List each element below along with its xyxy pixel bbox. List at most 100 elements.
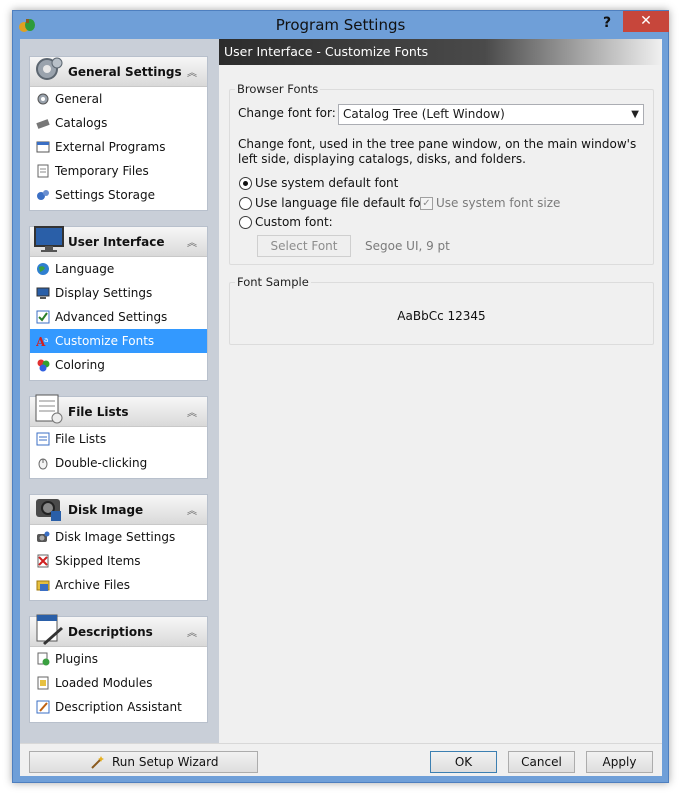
list-icon — [36, 432, 50, 446]
group-header-disk-image[interactable]: Disk Image ︽ — [30, 495, 207, 525]
sidebar-item-label: Plugins — [55, 652, 98, 666]
sidebar-item-plugins[interactable]: Plugins — [30, 647, 207, 671]
sidebar-item-disk-image-settings[interactable]: Disk Image Settings — [30, 525, 207, 549]
group-general-settings: General Settings ︽ General Catalogs Exte… — [29, 56, 208, 211]
temp-files-icon — [37, 164, 49, 178]
current-font-value: Segoe UI, 9 pt — [365, 239, 450, 253]
sidebar-item-display-settings[interactable]: Display Settings — [30, 281, 207, 305]
help-button[interactable]: ? — [598, 15, 616, 33]
sidebar-item-coloring[interactable]: Coloring — [30, 353, 207, 377]
sidebar-item-label: General — [55, 92, 103, 106]
sidebar-item-language[interactable]: Language — [30, 257, 207, 281]
gear-icon — [37, 93, 49, 105]
group-title: File Lists — [68, 405, 129, 419]
sidebar-item-label: File Lists — [55, 432, 107, 446]
plugin-icon — [37, 652, 50, 666]
collapse-icon[interactable]: ︽ — [187, 234, 197, 249]
run-setup-wizard-button[interactable]: Run Setup Wizard — [29, 751, 258, 773]
system-font-size-label: Use system font size — [436, 196, 561, 210]
sidebar-item-file-lists[interactable]: File Lists — [30, 427, 207, 451]
sidebar-item-skipped-items[interactable]: Skipped Items — [30, 549, 207, 573]
collapse-icon[interactable]: ︽ — [187, 404, 197, 419]
sidebar-item-archive-files[interactable]: Archive Files — [30, 573, 207, 597]
descriptions-icon — [36, 614, 63, 645]
module-icon — [37, 676, 49, 690]
sidebar-item-label: Settings Storage — [55, 188, 155, 202]
sidebar-item-label: Double-clicking — [55, 456, 148, 470]
group-header-file-lists[interactable]: File Lists ︽ — [30, 394, 207, 427]
group-title: User Interface — [68, 235, 165, 249]
sidebar-item-label: Loaded Modules — [55, 676, 153, 690]
radio-language-default-font[interactable] — [239, 197, 252, 210]
sidebar-item-label: Customize Fonts — [55, 334, 155, 348]
radio-custom-font[interactable] — [239, 216, 252, 229]
chevron-down-icon: ▼ — [631, 109, 639, 120]
dialog-client: General Settings ︽ General Catalogs Exte… — [20, 39, 662, 776]
sidebar-item-settings-storage[interactable]: Settings Storage — [30, 183, 207, 207]
collapse-icon[interactable]: ︽ — [187, 64, 197, 79]
radio-system-default-font[interactable] — [239, 177, 252, 190]
select-font-button[interactable]: Select Font — [257, 235, 351, 257]
wand-icon — [91, 756, 104, 769]
sidebar-item-temporary-files[interactable]: Temporary Files — [30, 159, 207, 183]
sidebar-item-label: Description Assistant — [55, 700, 182, 714]
browser-fonts-group: Browser Fonts Change font for: Catalog T… — [229, 82, 654, 265]
sidebar-item-label: Archive Files — [55, 578, 131, 592]
sidebar-item-double-clicking[interactable]: Double-clicking — [30, 451, 207, 475]
font-sample-group: Font Sample AaBbCc 12345 — [229, 275, 654, 345]
collapse-icon[interactable]: ︽ — [187, 624, 197, 639]
window-title: Program Settings — [275, 16, 406, 34]
sidebar-item-advanced-settings[interactable]: Advanced Settings — [30, 305, 207, 329]
palette-icon — [37, 359, 50, 372]
group-disk-image: Disk Image ︽ Disk Image Settings Skipped… — [29, 494, 208, 601]
group-file-lists: File Lists ︽ File Lists Double-clicking — [29, 394, 208, 479]
sidebar-item-label: Temporary Files — [55, 164, 149, 178]
gears-icon — [36, 57, 63, 80]
catalog-icon — [36, 119, 50, 129]
change-font-value: Catalog Tree (Left Window) — [343, 107, 505, 121]
sidebar-item-label: Display Settings — [55, 286, 153, 300]
sidebar-item-customize-fonts[interactable]: Aa Customize Fonts — [30, 329, 207, 353]
skipped-icon — [37, 554, 49, 568]
font-sample-text: AaBbCc 12345 — [397, 309, 486, 323]
sidebar-item-label: Language — [55, 262, 115, 276]
sidebar-item-general[interactable]: General — [30, 87, 207, 111]
page-title: User Interface - Customize Fonts — [219, 39, 662, 65]
language-default-font-label: Use language file default font — [255, 196, 433, 210]
cancel-button[interactable]: Cancel — [508, 751, 575, 773]
sidebar-item-catalogs[interactable]: Catalogs — [30, 111, 207, 135]
file-list-icon — [35, 394, 63, 424]
settings-main-panel: User Interface - Customize Fonts Browser… — [219, 39, 662, 743]
sidebar-item-label: External Programs — [55, 140, 166, 154]
svg-text:a: a — [44, 336, 48, 344]
sidebar-item-label: Catalogs — [55, 116, 108, 130]
sidebar-item-label: Coloring — [55, 358, 105, 372]
settings-sidebar: General Settings ︽ General Catalogs Exte… — [20, 39, 219, 743]
mouse-icon — [38, 458, 48, 470]
sidebar-item-loaded-modules[interactable]: Loaded Modules — [30, 671, 207, 695]
close-button[interactable]: ✕ — [623, 11, 669, 32]
system-font-size-checkbox[interactable]: ✓ — [420, 197, 433, 210]
group-header-descriptions[interactable]: Descriptions ︽ — [30, 614, 207, 647]
apply-button[interactable]: Apply — [586, 751, 653, 773]
font-sample-legend: Font Sample — [235, 275, 311, 289]
change-font-select[interactable]: Catalog Tree (Left Window) ▼ — [338, 104, 644, 125]
sidebar-item-description-assistant[interactable]: Description Assistant — [30, 695, 207, 719]
camera-icon — [36, 499, 61, 521]
group-title: Descriptions — [68, 625, 153, 639]
group-header-general-settings[interactable]: General Settings ︽ — [30, 57, 207, 87]
archive-icon — [36, 580, 50, 591]
group-user-interface: User Interface ︽ Language Display Settin… — [29, 226, 208, 381]
ok-button[interactable]: OK — [430, 751, 497, 773]
change-font-label: Change font for: — [238, 106, 336, 120]
group-header-user-interface[interactable]: User Interface ︽ — [30, 226, 207, 257]
external-programs-icon — [36, 141, 50, 153]
title-bar[interactable]: Program Settings ? ✕ — [13, 11, 669, 39]
collapse-icon[interactable]: ︽ — [187, 502, 197, 517]
settings-storage-icon — [37, 190, 49, 200]
sidebar-item-external-programs[interactable]: External Programs — [30, 135, 207, 159]
custom-font-label: Custom font: — [255, 215, 333, 229]
system-default-font-label: Use system default font — [255, 176, 399, 190]
globe-icon — [37, 263, 49, 275]
font-description: Change font, used in the tree pane windo… — [238, 137, 637, 166]
